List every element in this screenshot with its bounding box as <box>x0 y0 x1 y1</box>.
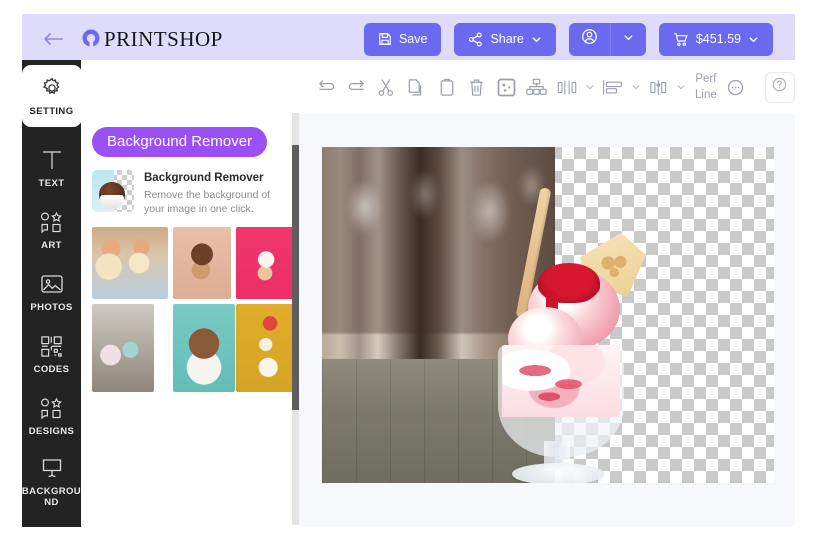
ice-cream-sundae-subject <box>472 187 702 483</box>
cart-button[interactable]: $451.59 <box>659 23 773 56</box>
account-button[interactable] <box>569 23 610 56</box>
gallery-thumb[interactable] <box>236 227 294 299</box>
left-gutter <box>0 0 22 547</box>
sidebar-item-text[interactable]: TEXT <box>22 137 81 199</box>
perf-line-label-bottom: Line <box>695 87 717 103</box>
cut-scissors-icon[interactable] <box>371 70 401 104</box>
list-item-title: Background Remover <box>144 171 288 186</box>
app-logo[interactable]: PRINTSHOP <box>80 27 223 52</box>
sidebar-item-label: PHOTOS <box>30 302 72 313</box>
distribute-horizontal-icon[interactable] <box>552 70 582 104</box>
gear-icon <box>40 75 64 101</box>
mask-image-icon[interactable] <box>492 70 522 104</box>
photo-image-icon <box>40 271 64 297</box>
perf-line-button[interactable]: Perf Line <box>695 71 717 103</box>
spacing-icon[interactable] <box>643 70 673 104</box>
printshop-drop-logo-icon <box>80 28 102 50</box>
sidebar-item-label: BACKGROUND <box>22 486 81 508</box>
sidebar-item-photos[interactable]: PHOTOS <box>22 261 81 323</box>
chevron-down-icon <box>531 34 542 45</box>
background-remover-list-item[interactable]: Background Remover Remove the background… <box>92 170 288 216</box>
chevron-down-icon <box>748 34 759 45</box>
floppy-disk-icon <box>378 32 392 46</box>
panel-scrollbar-thumb[interactable] <box>292 145 299 410</box>
undo-icon[interactable] <box>341 70 371 104</box>
sidebar-item-designs[interactable]: DESIGNS <box>22 385 81 447</box>
list-item-text: Background Remover Remove the background… <box>144 170 288 216</box>
top-gutter <box>0 0 819 14</box>
gallery-thumb[interactable] <box>236 304 298 392</box>
copy-icon[interactable] <box>401 70 431 104</box>
qr-code-icon <box>40 333 63 359</box>
redo-icon[interactable] <box>311 70 341 104</box>
group-objects-icon[interactable] <box>522 70 552 104</box>
account-dropdown-button[interactable] <box>610 23 646 56</box>
account-button-group <box>569 23 646 56</box>
photo-gallery-grid <box>92 227 292 392</box>
sidebar-item-label: CODES <box>34 364 70 375</box>
panel-scrollbar[interactable] <box>292 113 299 525</box>
app-header: PRINTSHOP Save Share <box>22 14 795 64</box>
save-button-label: Save <box>399 32 428 46</box>
gallery-thumb[interactable] <box>92 227 168 299</box>
chevron-down-icon[interactable] <box>673 82 689 92</box>
cart-total: $451.59 <box>696 32 741 46</box>
delete-trash-icon[interactable] <box>462 70 492 104</box>
shopping-cart-icon <box>673 32 689 47</box>
sidebar-item-label: SETTING <box>30 106 74 117</box>
sidebar-item-label: DESIGNS <box>29 426 75 437</box>
feature-panel: Background Remover Background Remover Re… <box>81 60 299 527</box>
right-gutter <box>795 0 819 547</box>
shapes-icon <box>39 209 65 235</box>
chevron-down-icon[interactable] <box>582 82 598 92</box>
canvas-area[interactable] <box>299 114 795 527</box>
chevron-down-icon <box>623 30 634 48</box>
sidebar-item-label: ART <box>41 240 62 251</box>
sidebar-item-background[interactable]: BACKGROUND <box>22 447 81 516</box>
user-circle-icon <box>581 28 598 50</box>
sidebar-item-art[interactable]: ART <box>22 199 81 261</box>
glass-foot <box>512 463 604 483</box>
chevron-down-icon[interactable] <box>628 82 644 92</box>
sidebar-item-setting[interactable]: SETTING <box>22 65 82 127</box>
header-actions: Save Share <box>364 23 773 56</box>
sidebar-item-codes[interactable]: CODES <box>22 323 81 385</box>
app-root: PRINTSHOP Save Share <box>0 0 819 547</box>
canvas-artboard[interactable] <box>322 147 774 483</box>
share-nodes-icon <box>468 32 483 47</box>
share-button-label: Share <box>490 32 523 46</box>
gallery-thumb[interactable] <box>173 227 231 299</box>
align-icon[interactable] <box>598 70 628 104</box>
help-button[interactable] <box>765 72 795 103</box>
help-question-icon <box>771 76 788 98</box>
left-tool-rail: SETTING TEXT ART <box>22 60 81 527</box>
perf-line-label-top: Perf <box>695 71 717 87</box>
ice-cream-cutout-thumbnail <box>92 170 134 212</box>
share-button[interactable]: Share <box>454 23 555 56</box>
background-remover-tooltip: Background Remover <box>92 127 267 157</box>
gallery-thumb[interactable] <box>92 304 154 392</box>
text-t-icon <box>41 147 63 173</box>
more-options-icon[interactable] <box>721 70 751 104</box>
save-button[interactable]: Save <box>364 23 442 56</box>
back-arrow-icon[interactable] <box>42 28 64 50</box>
background-board-icon <box>40 455 64 481</box>
gallery-thumb[interactable] <box>173 304 235 392</box>
list-item-description: Remove the background of your image in o… <box>144 188 288 216</box>
sidebar-item-label: TEXT <box>39 178 65 189</box>
app-logo-text: PRINTSHOP <box>104 27 223 52</box>
paste-icon[interactable] <box>432 70 462 104</box>
shapes-icon <box>39 395 65 421</box>
editor-toolbar: Perf Line <box>299 60 795 114</box>
bottom-gutter <box>0 527 819 547</box>
